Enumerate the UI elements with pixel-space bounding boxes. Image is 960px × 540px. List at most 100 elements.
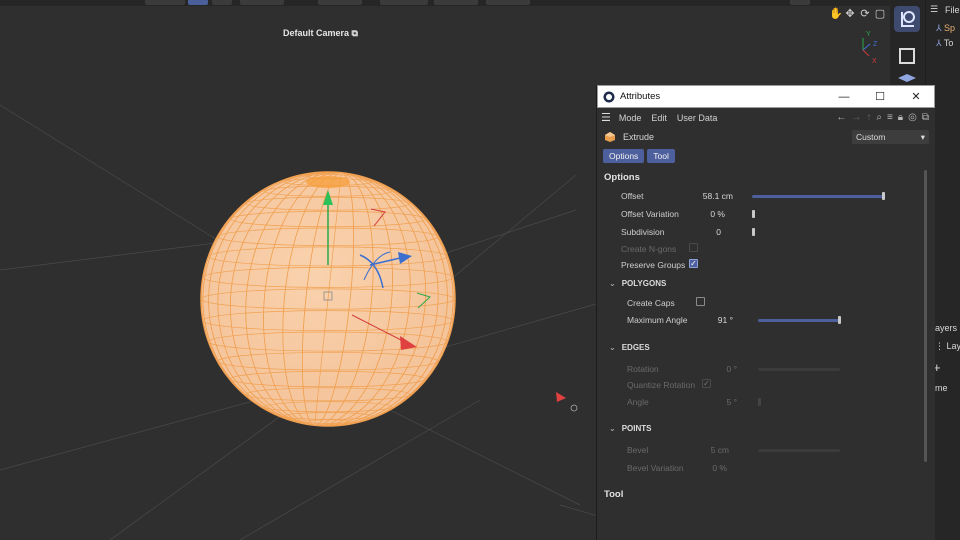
tree-item[interactable]: ⅄ To	[936, 38, 953, 49]
offset-variation-value[interactable]: 0 %	[685, 209, 725, 219]
rotate-icon[interactable]: ⟳	[859, 8, 871, 20]
tool-section-title: Tool	[604, 489, 624, 500]
svg-text:Y: Y	[866, 31, 871, 38]
offset-slider-knob[interactable]	[882, 192, 885, 200]
angle-row: Angle 5 °	[597, 394, 927, 410]
new-window-icon[interactable]: ⧉	[922, 112, 929, 123]
title-bar[interactable]: Attributes — ☐ ✕	[597, 85, 935, 108]
attributes-window: Attributes — ☐ ✕ ☰ Mode Edit User Data ←…	[596, 85, 935, 540]
zoom-icon[interactable]: ▢	[874, 8, 886, 20]
tab-options[interactable]: Options	[603, 149, 645, 163]
edges-group-header[interactable]: ⌄ EDGES	[609, 343, 650, 352]
bevel-variation-row: Bevel Variation 0 %	[597, 460, 927, 476]
chevron-down-icon: ⌄	[609, 343, 616, 352]
camera-icon: ⧉	[351, 28, 358, 38]
create-caps-label: Create Caps	[627, 298, 675, 308]
back-arrow-icon[interactable]: ←	[836, 112, 846, 123]
angle-slider-knob[interactable]	[758, 398, 761, 406]
attributes-scrollbar[interactable]	[924, 170, 927, 462]
mode-select[interactable]: Custom ▾	[852, 130, 929, 144]
maximum-angle-row: Maximum Angle 91 °	[597, 312, 927, 328]
options-section-title: Options	[604, 172, 640, 183]
move-arrows-icon[interactable]: ✥	[844, 8, 856, 20]
sphere-primitive-icon[interactable]	[894, 6, 920, 32]
axis-indicator: Y Z X	[862, 31, 878, 65]
svg-text:X: X	[872, 58, 877, 65]
cube-primitive-icon[interactable]	[894, 43, 920, 69]
offset-slider[interactable]	[752, 195, 884, 198]
cinema4d-logo-icon	[603, 91, 615, 102]
quantize-rotation-row: Quantize Rotation ✓	[597, 377, 927, 393]
camera-label[interactable]: Default Camera ⧉	[283, 28, 358, 39]
chevron-down-icon: ⌄	[609, 424, 616, 433]
bevel-row: Bevel 5 cm	[597, 442, 927, 458]
bevel-value[interactable]: 5 cm	[689, 445, 729, 455]
create-ngons-checkbox[interactable]	[689, 243, 698, 252]
menu-user-data[interactable]: User Data	[677, 113, 718, 123]
preserve-groups-checkbox[interactable]: ✓	[689, 259, 698, 268]
viewport-nav-tools: ✋ ✥ ⟳ ▢	[829, 8, 886, 20]
up-arrow-icon[interactable]: ↑	[866, 112, 871, 123]
extrude-tool-icon	[605, 132, 615, 142]
quantize-rotation-checkbox[interactable]: ✓	[702, 379, 711, 388]
close-icon[interactable]: ✕	[898, 90, 934, 103]
hamburger-icon[interactable]: ☰	[601, 111, 611, 124]
search-icon[interactable]: ⌕	[876, 112, 882, 123]
bone-icon: ⅄	[936, 38, 942, 48]
lock-icon[interactable]: 🔒︎	[898, 112, 903, 123]
preserve-groups-row: Preserve Groups ✓	[597, 257, 927, 273]
tree-item[interactable]: ⅄ Sp	[936, 23, 955, 34]
layers-title: ayers	[935, 323, 958, 333]
subdivision-slider-knob[interactable]	[752, 228, 755, 236]
tab-bar: Options Tool	[597, 147, 935, 165]
bone-icon: ⅄	[936, 23, 942, 33]
menu-mode[interactable]: Mode	[619, 113, 642, 123]
create-ngons-row: Create N-gons	[597, 241, 927, 257]
maximum-angle-value[interactable]: 91 °	[693, 315, 733, 325]
pan-hand-icon[interactable]: ✋	[829, 8, 843, 20]
chevron-down-icon: ▾	[920, 131, 925, 142]
polygons-group-header[interactable]: ⌄ POLYGONS	[609, 279, 666, 288]
layer-item[interactable]: ⋮ Lay	[935, 341, 960, 352]
maximum-angle-slider-knob[interactable]	[838, 316, 841, 324]
menu-edit[interactable]: Edit	[651, 113, 667, 123]
file-menu[interactable]: File	[945, 5, 960, 15]
target-icon[interactable]: ◎	[908, 112, 917, 123]
offset-label: Offset	[621, 191, 644, 201]
object-name: Extrude	[623, 132, 655, 142]
preserve-groups-label: Preserve Groups	[621, 260, 686, 270]
bevel-variation-label: Bevel Variation	[627, 463, 684, 473]
bevel-slider[interactable]	[758, 449, 840, 452]
rotation-label: Rotation	[627, 364, 659, 374]
rotation-row: Rotation 0 °	[597, 361, 927, 377]
name-column: me	[935, 383, 948, 393]
minimize-icon[interactable]: —	[826, 91, 862, 103]
angle-value[interactable]: 5 °	[697, 397, 738, 407]
maximize-icon[interactable]: ☐	[862, 90, 898, 103]
window-title: Attributes	[620, 91, 661, 102]
create-caps-row: Create Caps	[597, 295, 927, 311]
subdivision-value[interactable]: 0	[681, 227, 721, 237]
nav-icons: ← → ↑ ⌕ ≡ 🔒︎ ◎ ⧉	[836, 112, 929, 123]
subdivision-label: Subdivision	[621, 227, 665, 237]
offset-variation-label: Offset Variation	[621, 209, 679, 219]
hamburger-icon[interactable]: ☰	[930, 4, 938, 15]
offset-value[interactable]: 58.1 cm	[693, 191, 733, 201]
points-group-header[interactable]: ⌄ POINTS	[609, 424, 651, 433]
filter-icon[interactable]: ≡	[887, 112, 893, 123]
quantize-rotation-label: Quantize Rotation	[627, 380, 696, 390]
rotation-value[interactable]: 0 °	[697, 364, 738, 374]
chevron-down-icon: ⌄	[609, 279, 616, 288]
create-caps-checkbox[interactable]	[696, 297, 705, 306]
create-ngons-label: Create N-gons	[621, 244, 677, 254]
subdivision-row: Subdivision 0	[597, 224, 927, 240]
offset-variation-slider-knob[interactable]	[752, 210, 755, 218]
menu-bar: ☰ Mode Edit User Data ← → ↑ ⌕ ≡ 🔒︎ ◎ ⧉	[597, 108, 935, 127]
maximum-angle-slider[interactable]	[758, 319, 840, 322]
tab-tool[interactable]: Tool	[647, 149, 675, 163]
angle-label: Angle	[627, 397, 649, 407]
bevel-variation-value[interactable]: 0 %	[687, 463, 727, 473]
forward-arrow-icon[interactable]: →	[851, 112, 861, 123]
offset-row: Offset 58.1 cm	[597, 188, 927, 204]
rotation-slider[interactable]	[758, 368, 840, 371]
